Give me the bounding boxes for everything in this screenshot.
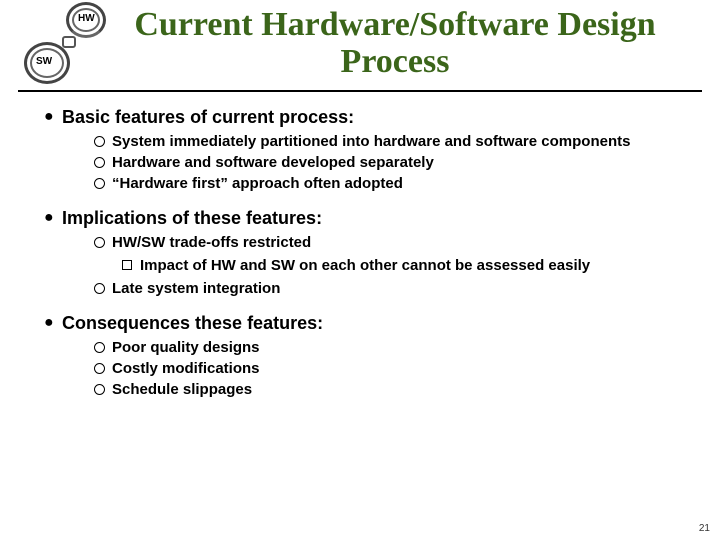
bullet-circle-icon	[94, 380, 112, 401]
logo-hw-label: HW	[78, 13, 95, 24]
list-item: ● Basic features of current process: Sys…	[44, 106, 690, 201]
list-item: “Hardware first” approach often adopted	[94, 174, 690, 195]
bullet-circle-icon	[94, 233, 112, 254]
subitem-text: Impact of HW and SW on each other cannot…	[140, 256, 590, 275]
list-item: Late system integration	[94, 279, 690, 300]
slide-header: HW SW Current Hardware/Software Design P…	[18, 0, 702, 90]
list-item: Hardware and software developed separate…	[94, 153, 690, 174]
bullet-disc-icon: ●	[44, 312, 62, 334]
list-item: Schedule slippages	[94, 380, 690, 401]
header-divider	[18, 90, 702, 92]
bullet-circle-icon	[94, 174, 112, 195]
bullet-circle-icon	[94, 132, 112, 153]
bullet-circle-icon	[94, 153, 112, 174]
bullet-disc-icon: ●	[44, 106, 62, 128]
section-heading: Consequences these features:	[62, 312, 323, 334]
bullet-circle-icon	[94, 359, 112, 380]
item-text: Schedule slippages	[112, 380, 252, 400]
bullet-square-icon	[122, 256, 140, 277]
logo-sw-label: SW	[36, 56, 52, 67]
slide: HW SW Current Hardware/Software Design P…	[0, 0, 720, 540]
item-text: Costly modifications	[112, 359, 260, 379]
list-item: Costly modifications	[94, 359, 690, 380]
list-item: Impact of HW and SW on each other cannot…	[122, 256, 690, 277]
item-text: Late system integration	[112, 279, 280, 299]
slide-title: Current Hardware/Software Design Process	[128, 0, 702, 81]
item-text: System immediately partitioned into hard…	[112, 132, 630, 152]
handcuffs-icon: HW SW	[18, 0, 128, 90]
bullet-list: ● Basic features of current process: Sys…	[44, 106, 690, 407]
slide-body: ● Basic features of current process: Sys…	[18, 102, 702, 407]
list-item: Poor quality designs	[94, 338, 690, 359]
bullet-circle-icon	[94, 279, 112, 300]
bullet-circle-icon	[94, 338, 112, 359]
section-heading: Basic features of current process:	[62, 106, 354, 128]
item-text: Poor quality designs	[112, 338, 260, 358]
list-item: ● Implications of these features: HW/SW …	[44, 207, 690, 306]
bullet-disc-icon: ●	[44, 207, 62, 229]
item-text: Hardware and software developed separate…	[112, 153, 434, 173]
list-item: System immediately partitioned into hard…	[94, 132, 690, 153]
list-item: HW/SW trade-offs restricted Impact of HW…	[94, 233, 690, 279]
item-text: HW/SW trade-offs restricted	[112, 233, 311, 253]
list-item: ● Consequences these features: Poor qual…	[44, 312, 690, 407]
item-text: “Hardware first” approach often adopted	[112, 174, 403, 194]
slide-number: 21	[699, 523, 710, 534]
section-heading: Implications of these features:	[62, 207, 322, 229]
